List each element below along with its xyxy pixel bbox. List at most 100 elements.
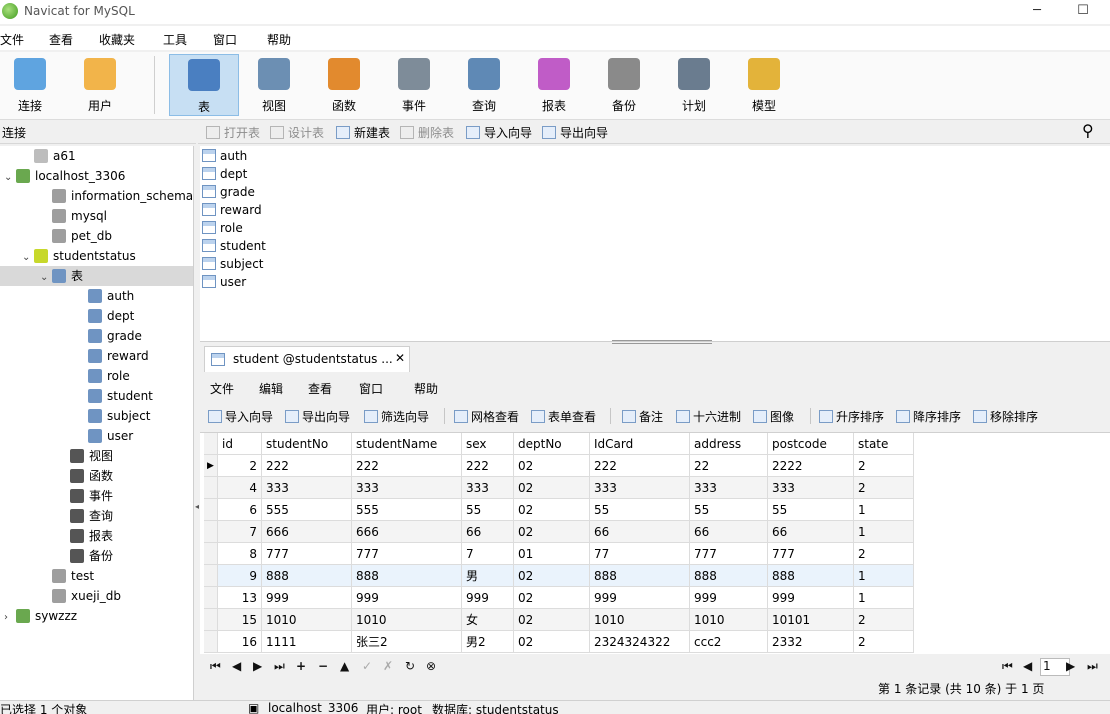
tree-item-subject[interactable]: subject — [0, 406, 193, 426]
apply-changes-button[interactable]: ✓ — [362, 659, 372, 673]
table-cell[interactable]: 1 — [854, 521, 914, 543]
table-cell[interactable]: 77 — [590, 543, 690, 565]
table-cell[interactable]: 66 — [768, 521, 854, 543]
tree-item-user[interactable]: user — [0, 426, 193, 446]
expand-arrow-icon[interactable]: ⌄ — [40, 268, 52, 288]
table-cell[interactable]: 13 — [218, 587, 262, 609]
hex-button[interactable]: 十六进制 — [676, 408, 741, 425]
memo-button[interactable]: 备注 — [622, 408, 663, 425]
import-wizard-button[interactable]: 导入向导 — [466, 124, 532, 141]
table-cell[interactable]: 02 — [514, 609, 590, 631]
table-cell[interactable]: 222 — [590, 455, 690, 477]
tree-item-备份[interactable]: 备份 — [0, 546, 193, 566]
table-cell[interactable]: 01 — [514, 543, 590, 565]
toolbar-event-button[interactable]: 事件 — [379, 54, 449, 116]
table-cell[interactable]: 4 — [218, 477, 262, 499]
table-cell[interactable]: 女 — [462, 609, 514, 631]
table-cell[interactable]: 66 — [462, 521, 514, 543]
row-indicator[interactable] — [204, 477, 218, 499]
table-cell[interactable]: 999 — [462, 587, 514, 609]
row-indicator[interactable] — [204, 521, 218, 543]
menu-favorites[interactable]: 收藏夹 — [99, 31, 135, 48]
minimize-button[interactable]: ─ — [1014, 0, 1060, 24]
object-item-dept[interactable]: dept — [202, 165, 247, 183]
column-header-deptNo[interactable]: deptNo — [514, 433, 590, 455]
remove-sort-button[interactable]: 移除排序 — [973, 408, 1038, 425]
object-item-role[interactable]: role — [202, 219, 243, 237]
table-cell[interactable]: 02 — [514, 499, 590, 521]
table-cell[interactable]: 10101 — [768, 609, 854, 631]
tree-item-报表[interactable]: 报表 — [0, 526, 193, 546]
prev-page-button[interactable]: ◀ — [1023, 659, 1032, 673]
table-cell[interactable]: 222 — [262, 455, 352, 477]
menu-help[interactable]: 帮助 — [267, 31, 291, 48]
delete-record-button[interactable]: − — [318, 659, 328, 673]
table-menu-file[interactable]: 文件 — [210, 380, 234, 397]
table-cell[interactable]: 02 — [514, 631, 590, 653]
table-cell[interactable]: 777 — [262, 543, 352, 565]
table-cell[interactable]: 999 — [768, 587, 854, 609]
table-cell[interactable]: 666 — [352, 521, 462, 543]
tree-item-localhost_3306[interactable]: ⌄ localhost_3306 — [0, 166, 193, 188]
stop-button[interactable]: ⊗ — [426, 659, 436, 673]
table-cell[interactable]: 555 — [262, 499, 352, 521]
toolbar-function-button[interactable]: 函数 — [309, 54, 379, 116]
table-cell[interactable]: 2222 — [768, 455, 854, 477]
table-cell[interactable]: 02 — [514, 521, 590, 543]
table-cell[interactable]: 666 — [262, 521, 352, 543]
table-cell[interactable]: 888 — [590, 565, 690, 587]
table-menu-window[interactable]: 窗口 — [359, 380, 383, 397]
tree-item-grade[interactable]: grade — [0, 326, 193, 346]
expand-arrow-icon[interactable]: ⌄ — [4, 168, 16, 188]
table-cell[interactable]: 999 — [262, 587, 352, 609]
table-cell[interactable]: 777 — [352, 543, 462, 565]
table-cell[interactable]: 张三2 — [352, 631, 462, 653]
expand-arrow-icon[interactable]: › — [4, 608, 16, 628]
table-export-wizard-button[interactable]: 导出向导 — [285, 408, 350, 425]
table-cell[interactable]: 02 — [514, 587, 590, 609]
table-cell[interactable]: 7 — [462, 543, 514, 565]
table-cell[interactable]: 777 — [768, 543, 854, 565]
table-cell[interactable]: 888 — [262, 565, 352, 587]
table-cell[interactable]: 1 — [854, 499, 914, 521]
new-table-button[interactable]: 新建表 — [336, 124, 390, 141]
tree-item-student[interactable]: student — [0, 386, 193, 406]
table-cell[interactable]: 888 — [352, 565, 462, 587]
table-menu-help[interactable]: 帮助 — [414, 380, 438, 397]
last-page-button[interactable]: ⏭ — [1087, 659, 1098, 674]
table-cell[interactable]: 1 — [854, 587, 914, 609]
table-cell[interactable]: 1010 — [690, 609, 768, 631]
table-cell[interactable]: 66 — [590, 521, 690, 543]
tree-item-a61[interactable]: a61 — [0, 146, 193, 166]
menu-tools[interactable]: 工具 — [163, 31, 187, 48]
object-item-subject[interactable]: subject — [202, 255, 264, 273]
table-cell[interactable]: 1010 — [590, 609, 690, 631]
table-cell[interactable]: 02 — [514, 455, 590, 477]
table-cell[interactable]: 2 — [854, 477, 914, 499]
table-cell[interactable]: 333 — [768, 477, 854, 499]
table-cell[interactable]: 02 — [514, 477, 590, 499]
open-table-button[interactable]: 打开表 — [206, 124, 260, 141]
close-tab-icon[interactable]: ✕ — [395, 351, 405, 365]
tree-item-视图[interactable]: 视图 — [0, 446, 193, 466]
row-indicator[interactable] — [204, 631, 218, 653]
tree-item-auth[interactable]: auth — [0, 286, 193, 306]
table-menu-edit[interactable]: 编辑 — [259, 380, 283, 397]
toolbar-query-button[interactable]: 查询 — [449, 54, 519, 116]
table-cell[interactable]: 333 — [352, 477, 462, 499]
first-record-button[interactable]: ⏮ — [210, 659, 221, 674]
table-cell[interactable]: 999 — [590, 587, 690, 609]
edit-record-button[interactable]: ▲ — [340, 659, 349, 673]
toolbar-model-button[interactable]: 模型 — [729, 54, 799, 116]
object-item-reward[interactable]: reward — [202, 201, 262, 219]
expand-arrow-icon[interactable]: ⌄ — [22, 248, 34, 268]
row-indicator[interactable] — [204, 609, 218, 631]
object-item-grade[interactable]: grade — [202, 183, 255, 201]
table-cell[interactable]: 1010 — [352, 609, 462, 631]
menu-file[interactable]: 文件 — [0, 31, 24, 48]
table-cell[interactable]: 333 — [690, 477, 768, 499]
row-indicator[interactable] — [204, 587, 218, 609]
toolbar-report-button[interactable]: 报表 — [519, 54, 589, 116]
first-page-button[interactable]: ⏮ — [1002, 659, 1013, 674]
table-cell[interactable]: 999 — [352, 587, 462, 609]
